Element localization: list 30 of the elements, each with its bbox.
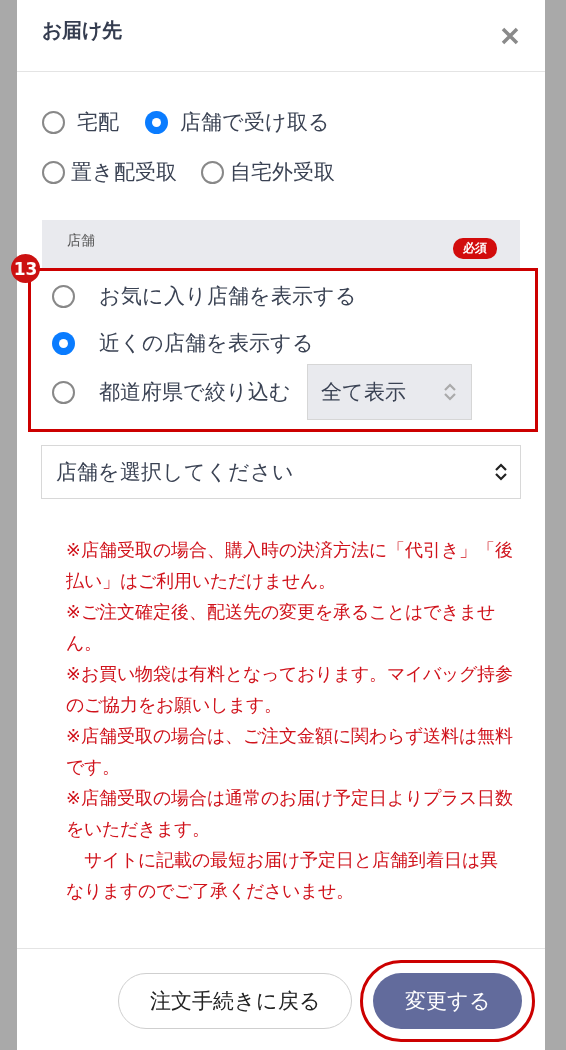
option-label: 宅配	[77, 109, 119, 136]
note-text: ※お買い物袋は有料となっております。マイバッグ持参のご協力をお願いします。	[66, 663, 514, 717]
dialog-title: お届け先	[42, 17, 122, 44]
radio-button[interactable]	[201, 160, 224, 184]
radio-button[interactable]	[52, 331, 75, 355]
store-select[interactable]: 店舗を選択してください	[41, 445, 521, 499]
back-button[interactable]: 注文手続きに戻る	[118, 972, 352, 1029]
option-label: 自宅外受取	[230, 159, 335, 186]
note-text: ※店舗受取の場合、購入時の決済方法に「代引き」「後払い」はご利用いただけません。	[66, 539, 514, 593]
option-label: 都道府県で絞り込む	[99, 379, 291, 406]
prefecture-select[interactable]: 全て表示	[307, 364, 472, 420]
section-label: 店舗	[67, 232, 95, 250]
required-badge: 必須	[453, 238, 497, 259]
option-label: 近くの店舗を表示する	[99, 330, 314, 357]
radio-button[interactable]	[42, 110, 65, 134]
option-label: お気に入り店舗を表示する	[99, 283, 357, 310]
option-label: 置き配受取	[71, 159, 177, 186]
radio-button[interactable]	[52, 380, 75, 404]
radio-button[interactable]	[52, 284, 75, 308]
close-icon[interactable]	[501, 26, 519, 45]
option-label: 店舗で受け取る	[180, 109, 330, 136]
annotation-number: 13	[11, 254, 40, 283]
note-text: ※店舗受取の場合は通常のお届け予定日よりプラス日数をいただきます。	[66, 787, 514, 841]
radio-button[interactable]	[42, 160, 65, 184]
note-text: ※店舗受取の場合は、ご注文金額に関わらず送料は無料です。	[66, 725, 514, 779]
note-text: サイトに記載の最短お届け予定日と店舗到着日は異なりますのでご了承くださいませ。	[66, 849, 499, 903]
chevron-updown-icon	[494, 462, 508, 482]
radio-button[interactable]	[145, 110, 168, 134]
note-text: ※ご注文確定後、配送先の変更を承ることはできません。	[66, 601, 496, 655]
chevron-updown-icon	[443, 382, 457, 402]
